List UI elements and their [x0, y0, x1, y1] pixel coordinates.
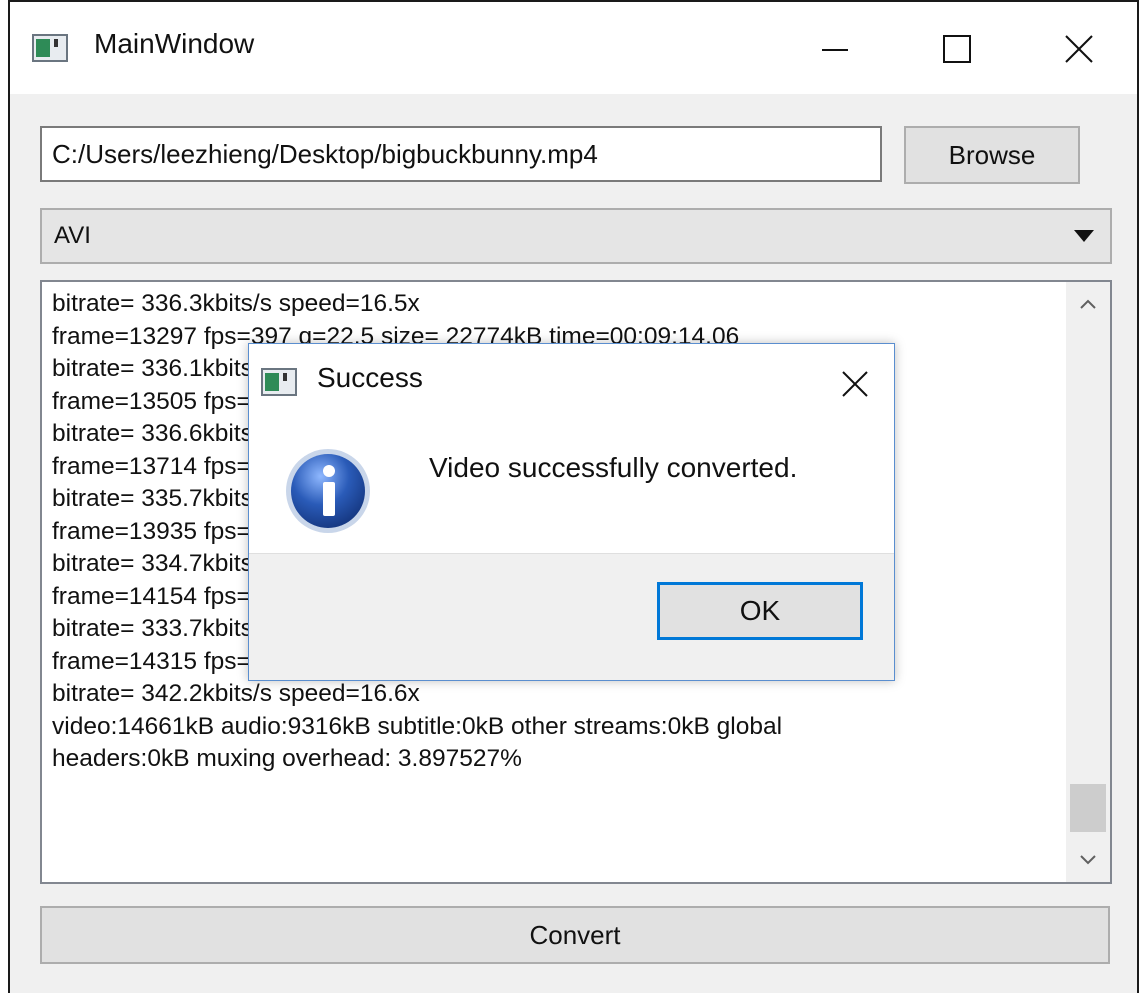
file-path-input[interactable]: C:/Users/leezhieng/Desktop/bigbuckbunny.…	[40, 126, 882, 182]
title-bar[interactable]: MainWindow	[10, 2, 1137, 94]
log-line: video:14661kB audio:9316kB subtitle:0kB …	[52, 712, 783, 740]
window-title: MainWindow	[94, 28, 255, 59]
dialog-footer: OK	[249, 553, 894, 680]
dialog-title: Success	[317, 362, 423, 393]
chevron-down-icon[interactable]	[1066, 838, 1110, 882]
chevron-up-icon[interactable]	[1066, 282, 1110, 326]
log-line: headers:0kB muxing overhead: 3.897527%	[52, 745, 522, 772]
app-window-icon	[261, 368, 297, 396]
app-window-icon	[32, 34, 68, 62]
dialog-message: Video successfully converted.	[429, 452, 798, 483]
maximize-icon[interactable]	[918, 20, 996, 76]
format-selected-value: AVI	[54, 222, 91, 249]
convert-button[interactable]: Convert	[40, 906, 1110, 964]
scrollbar-thumb[interactable]	[1070, 784, 1106, 832]
information-icon	[286, 449, 370, 533]
log-line: bitrate= 342.2kbits/s speed=16.6x	[52, 680, 420, 707]
success-dialog: Success Video successfully converted. OK	[248, 343, 895, 681]
format-dropdown[interactable]: AVI	[40, 208, 1112, 264]
minimize-icon[interactable]	[796, 20, 874, 76]
ok-button[interactable]: OK	[657, 582, 863, 640]
vertical-scrollbar[interactable]	[1066, 282, 1110, 882]
browse-button[interactable]: Browse	[904, 126, 1080, 184]
close-icon[interactable]	[1040, 20, 1118, 76]
log-line: bitrate= 336.3kbits/s speed=16.5x	[52, 290, 420, 317]
close-icon[interactable]	[835, 364, 875, 404]
chevron-down-icon	[1074, 230, 1094, 242]
